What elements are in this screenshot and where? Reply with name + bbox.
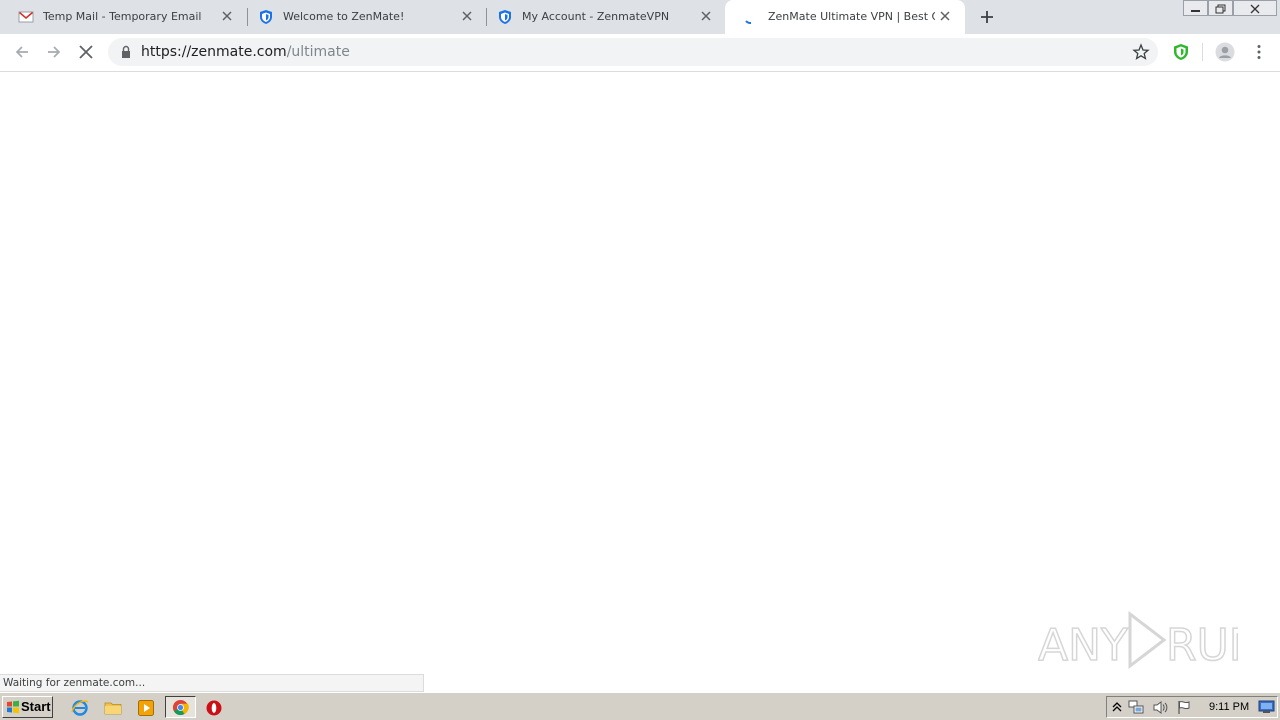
tab-title: ZenMate Ultimate VPN | Best Online <box>768 10 935 23</box>
tab-strip: Temp Mail - Temporary Email Welcome to Z… <box>0 0 1280 34</box>
action-center-flag-icon[interactable] <box>1176 700 1192 715</box>
tab-my-account[interactable]: My Account - ZenmateVPN <box>479 0 726 34</box>
bookmark-star-icon[interactable] <box>1132 43 1150 61</box>
forward-arrow-icon[interactable] <box>45 43 63 61</box>
back-arrow-icon[interactable] <box>13 43 31 61</box>
new-tab-plus-icon[interactable] <box>979 9 995 25</box>
profile-avatar-icon[interactable] <box>1215 42 1235 62</box>
close-icon[interactable] <box>221 10 233 22</box>
kebab-menu-icon[interactable] <box>1250 43 1268 61</box>
page-content <box>0 72 1280 692</box>
address-bar[interactable]: https://zenmate.com/ultimate <box>108 38 1158 66</box>
toolbar-separator <box>1202 43 1203 61</box>
close-icon[interactable] <box>939 10 951 22</box>
windows-logo-icon <box>7 700 19 714</box>
volume-speaker-icon[interactable] <box>1152 700 1168 715</box>
system-tray <box>1106 696 1278 718</box>
tab-title: Welcome to ZenMate! <box>283 10 405 23</box>
watermark-any-text: ANY <box>1038 620 1128 671</box>
close-icon[interactable] <box>461 10 473 22</box>
play-triangle-icon <box>1128 610 1167 670</box>
network-icon[interactable] <box>1128 700 1144 715</box>
tab-title: Temp Mail - Temporary Email <box>43 10 202 23</box>
tab-zenmate-ultimate[interactable]: ZenMate Ultimate VPN | Best Online <box>725 0 965 34</box>
internet-explorer-icon[interactable] <box>71 699 89 717</box>
tab-welcome-zenmate[interactable]: Welcome to ZenMate! <box>240 0 487 34</box>
url-host: https://zenmate.com <box>141 44 287 60</box>
status-bubble: Waiting for zenmate.com... <box>0 674 424 692</box>
zenmate-extension-icon[interactable] <box>1172 43 1190 61</box>
restore-icon <box>1215 4 1226 14</box>
media-player-icon[interactable] <box>137 699 155 717</box>
zenmate-shield-icon <box>260 10 272 24</box>
zenmate-shield-icon <box>499 10 511 24</box>
start-button[interactable]: Start <box>2 696 53 718</box>
url-text[interactable]: https://zenmate.com/ultimate <box>141 44 350 60</box>
show-desktop-icon[interactable] <box>1258 700 1275 714</box>
restore-button[interactable] <box>1208 0 1233 16</box>
close-icon[interactable] <box>700 10 712 22</box>
file-explorer-folder-icon[interactable] <box>104 699 122 717</box>
chrome-icon <box>172 699 189 716</box>
minimize-icon <box>1191 10 1200 12</box>
close-window-button[interactable] <box>1233 0 1277 16</box>
anyrun-watermark-logo: ANY RUN <box>1038 610 1238 672</box>
stop-loading-icon[interactable] <box>77 43 95 61</box>
taskbar-chrome-button[interactable] <box>165 696 196 718</box>
gmail-envelope-icon <box>18 11 34 23</box>
windows-taskbar: Start <box>0 692 1280 720</box>
url-path: /ultimate <box>286 44 350 60</box>
lock-icon[interactable] <box>120 45 132 59</box>
tab-temp-mail[interactable]: Temp Mail - Temporary Email <box>0 0 247 34</box>
opera-icon[interactable] <box>205 699 223 717</box>
close-window-icon <box>1250 4 1260 14</box>
watermark-run-text: RUN <box>1166 620 1238 671</box>
browser-toolbar: https://zenmate.com/ultimate <box>0 34 1280 72</box>
minimize-button[interactable] <box>1183 0 1208 16</box>
taskbar-clock: 9:11 PM <box>1209 701 1250 713</box>
loading-spinner-icon <box>745 20 752 24</box>
start-label: Start <box>21 699 51 714</box>
tab-title: My Account - ZenmateVPN <box>522 10 670 23</box>
tray-expand-chevron-icon[interactable] <box>1111 700 1123 714</box>
